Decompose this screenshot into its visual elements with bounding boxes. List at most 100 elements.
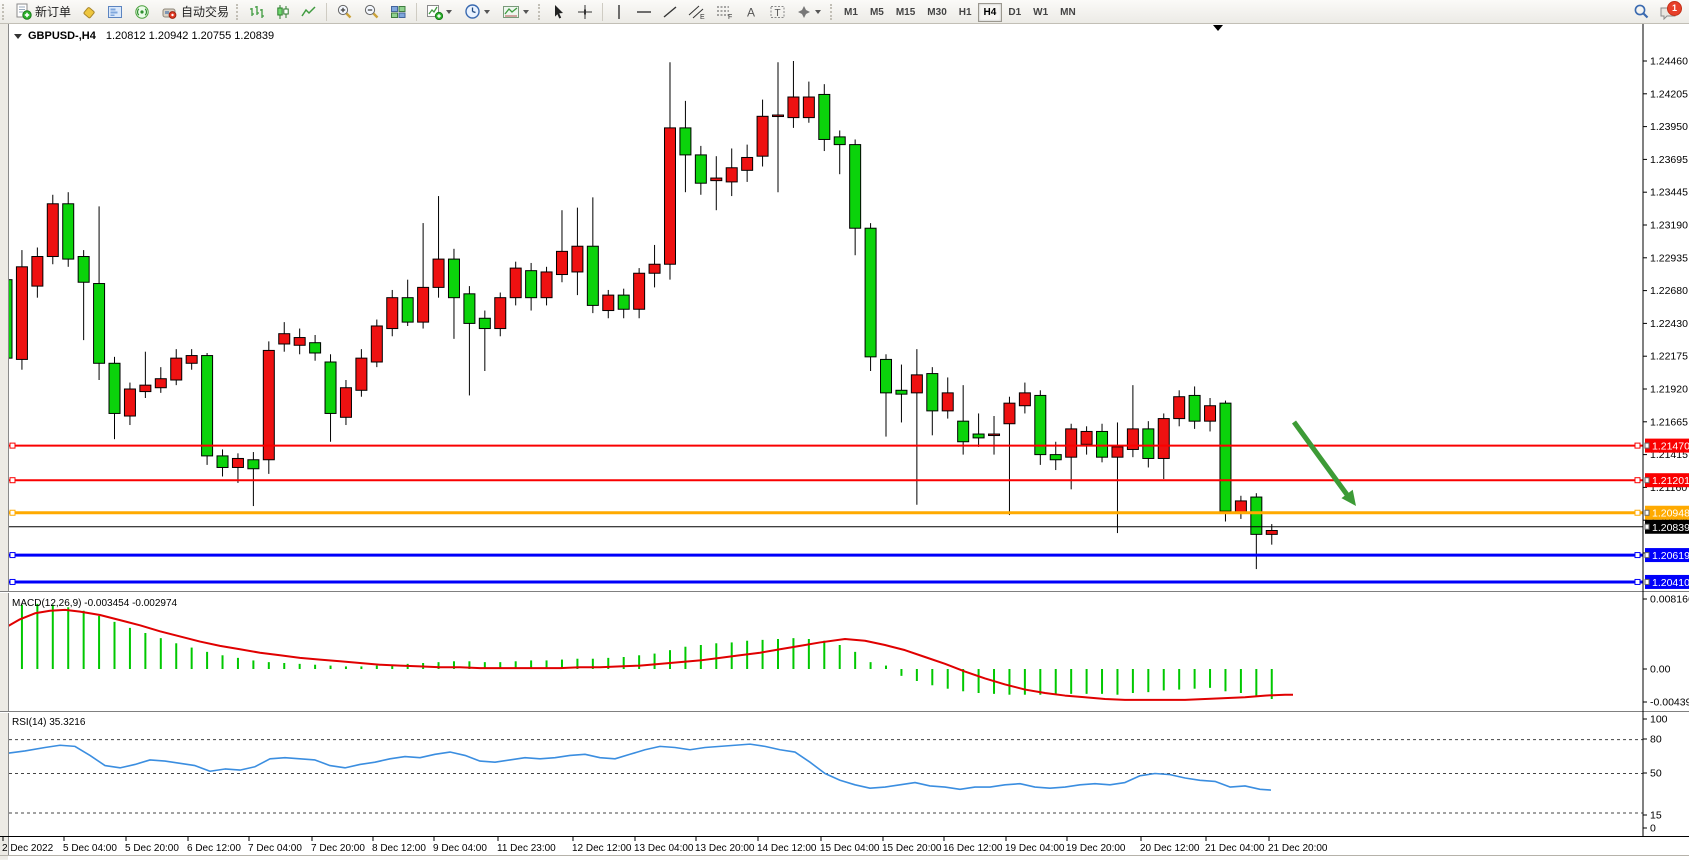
time-axis-label: 20 Dec 12:00 xyxy=(1140,843,1200,854)
candle-body xyxy=(418,287,429,322)
indicator-axis-label: 0.00 xyxy=(1650,664,1671,676)
time-axis-label: 6 Dec 12:00 xyxy=(187,843,241,854)
trendline-icon xyxy=(662,4,678,20)
candle-body xyxy=(325,362,336,413)
hline-handle[interactable] xyxy=(10,510,15,515)
hline-handle[interactable] xyxy=(1635,510,1640,515)
market-depth-icon xyxy=(107,4,124,20)
auto-trading-button[interactable]: 自动交易 xyxy=(157,1,233,22)
notifications-button[interactable]: 1 xyxy=(1656,1,1682,22)
timeframe-button-m1[interactable]: M1 xyxy=(838,3,864,22)
vertical-line-button[interactable] xyxy=(608,1,630,22)
zoom-out-icon xyxy=(363,3,380,20)
candle-body xyxy=(371,326,382,362)
timeframe-button-h4[interactable]: H4 xyxy=(978,3,1003,22)
shapes-button[interactable] xyxy=(792,1,827,22)
price-label-anchor xyxy=(1645,478,1649,483)
candle-body xyxy=(1189,395,1200,421)
candle-body xyxy=(541,272,552,298)
crosshair-button[interactable] xyxy=(573,1,597,22)
candle-body xyxy=(387,298,398,329)
candlestick-button[interactable] xyxy=(271,1,295,22)
chevron-down-icon[interactable] xyxy=(14,34,22,39)
indicator-axis-label: 15 xyxy=(1650,810,1662,822)
line-chart-icon xyxy=(301,4,317,20)
bar-chart-button[interactable] xyxy=(245,1,269,22)
candle-body xyxy=(1205,406,1216,421)
zoom-in-button[interactable] xyxy=(332,1,357,22)
price-label-anchor xyxy=(1645,443,1649,448)
hline-handle[interactable] xyxy=(10,443,15,448)
timeframe-group: M1M5M15M30H1H4D1W1MN xyxy=(838,2,1082,22)
indicator-axis-label: 0.008166 xyxy=(1650,594,1689,606)
search-button[interactable] xyxy=(1629,1,1654,22)
candle-body xyxy=(603,295,614,310)
time-axis-label: 19 Dec 20:00 xyxy=(1066,843,1126,854)
hline-handle[interactable] xyxy=(1635,579,1640,584)
timeframe-button-mn[interactable]: MN xyxy=(1054,3,1082,22)
time-axis-label: 7 Dec 20:00 xyxy=(311,843,365,854)
candle-body xyxy=(834,137,845,145)
fibonacci-button[interactable]: F xyxy=(712,1,738,22)
price-axis-label: 1.22935 xyxy=(1650,252,1688,264)
candle-body xyxy=(448,259,459,298)
toolbar-grip[interactable] xyxy=(236,4,240,20)
cursor-button[interactable] xyxy=(547,1,571,22)
price-label-anchor xyxy=(1645,579,1649,584)
timeframe-button-d1[interactable]: D1 xyxy=(1002,3,1027,22)
trendline-button[interactable] xyxy=(658,1,682,22)
svg-text:E: E xyxy=(700,14,705,20)
chart-canvas[interactable]: 1.244601.242051.239501.236951.234451.231… xyxy=(0,23,1689,860)
candle-body xyxy=(47,204,58,257)
timeframe-button-m30[interactable]: M30 xyxy=(921,3,952,22)
candle-body xyxy=(742,157,753,170)
market-depth-button[interactable] xyxy=(103,1,128,22)
timeframe-button-h1[interactable]: H1 xyxy=(953,3,978,22)
candle-body xyxy=(63,204,74,259)
candle-body xyxy=(958,421,969,442)
text-label-button[interactable]: T xyxy=(765,1,790,22)
line-chart-button[interactable] xyxy=(297,1,321,22)
candle-body xyxy=(664,128,675,264)
periods-button[interactable] xyxy=(460,1,496,22)
candle-body xyxy=(217,456,228,468)
candle-body xyxy=(310,343,321,353)
timeframe-button-m15[interactable]: M15 xyxy=(890,3,921,22)
horizontal-line-button[interactable] xyxy=(632,1,656,22)
template-button[interactable] xyxy=(498,1,535,22)
candle-body xyxy=(1235,501,1246,513)
candle-body xyxy=(155,379,166,388)
toolbar-grip[interactable] xyxy=(830,4,834,20)
timeframe-button-w1[interactable]: W1 xyxy=(1027,3,1054,22)
time-axis-label: 15 Dec 20:00 xyxy=(882,843,942,854)
chevron-down-icon xyxy=(446,10,452,14)
signal-button[interactable] xyxy=(130,1,155,22)
candle-body xyxy=(263,350,274,459)
channel-button[interactable]: E xyxy=(684,1,710,22)
toolbar-grip[interactable] xyxy=(2,4,6,20)
gold-button[interactable] xyxy=(77,1,101,22)
price-axis-label: 1.21920 xyxy=(1650,384,1688,396)
tile-windows-button[interactable] xyxy=(386,1,411,22)
hline-handle[interactable] xyxy=(10,579,15,584)
candle-body xyxy=(94,284,105,364)
candle-body xyxy=(140,385,151,391)
new-order-button[interactable]: 新订单 xyxy=(11,1,75,22)
candle-body xyxy=(294,338,305,346)
hline-handle[interactable] xyxy=(10,478,15,483)
price-axis-label: 1.21665 xyxy=(1650,416,1688,428)
hline-handle[interactable] xyxy=(1635,443,1640,448)
template-icon xyxy=(502,4,520,20)
text-button[interactable]: A xyxy=(740,1,763,22)
timeframe-button-m5[interactable]: M5 xyxy=(864,3,890,22)
hline-handle[interactable] xyxy=(1635,553,1640,558)
candle-body xyxy=(1097,431,1108,457)
hline-handle[interactable] xyxy=(1635,478,1640,483)
new-chart-button[interactable] xyxy=(422,1,458,22)
zoom-out-button[interactable] xyxy=(359,1,384,22)
price-axis-label: 1.23950 xyxy=(1650,121,1688,133)
time-axis-label: 13 Dec 04:00 xyxy=(634,843,694,854)
toolbar-grip[interactable] xyxy=(538,4,542,20)
price-axis-label: 1.22680 xyxy=(1650,285,1688,297)
hline-handle[interactable] xyxy=(10,553,15,558)
